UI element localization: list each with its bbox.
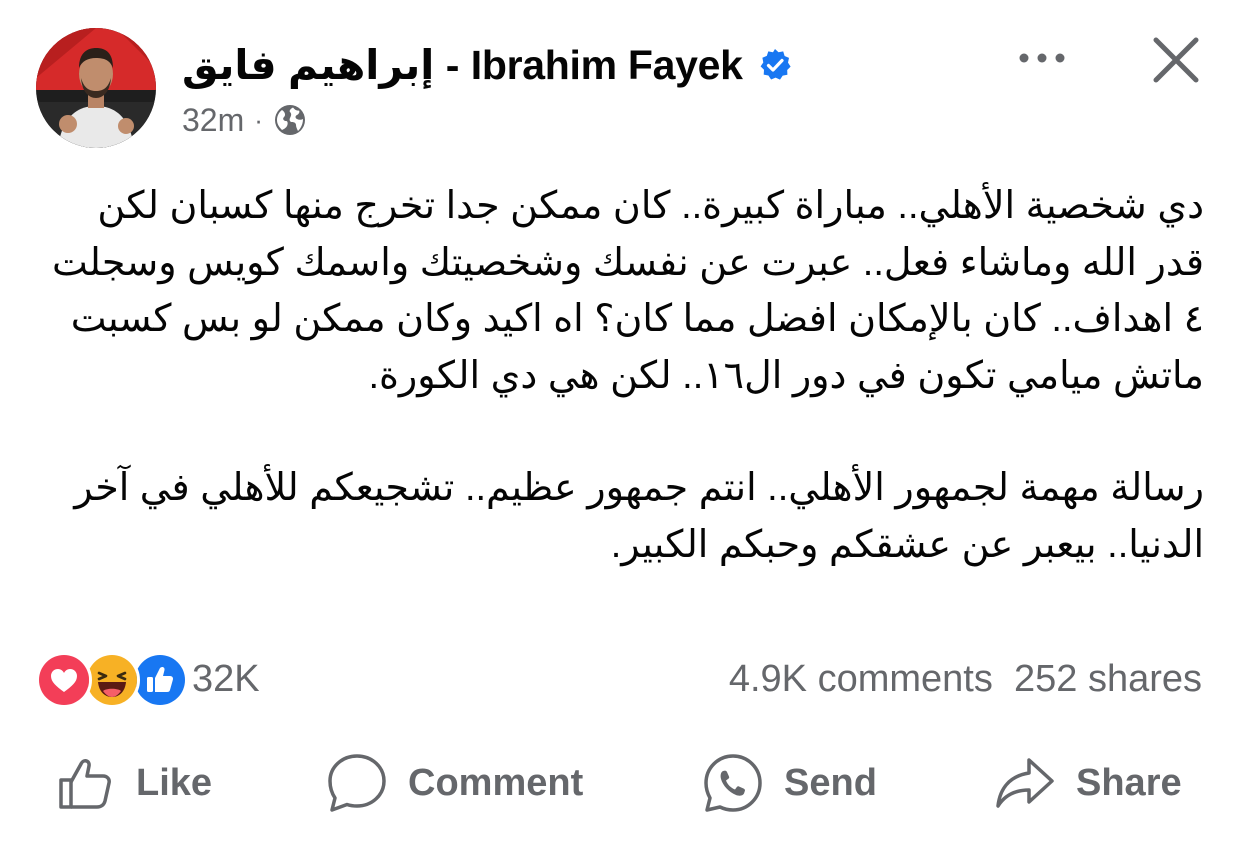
author-name[interactable]: إبراهيم فايق - Ibrahim Fayek — [182, 41, 743, 89]
share-button[interactable]: Share — [994, 750, 1182, 816]
verified-badge-icon — [757, 47, 793, 83]
close-icon — [1153, 37, 1199, 83]
comment-label: Comment — [408, 761, 584, 804]
post-timestamp[interactable]: 32m — [182, 102, 244, 139]
like-label: Like — [136, 761, 213, 804]
like-icon — [132, 652, 188, 708]
post-paragraph: رسالة مهمة لجمهور الأهلي.. انتم جمهور عظ… — [74, 467, 1204, 566]
comment-button[interactable]: Comment — [326, 750, 583, 816]
more-options-button[interactable] — [1014, 38, 1070, 78]
post-paragraph: دي شخصية الأهلي.. مباراة كبيرة.. كان ممك… — [51, 185, 1204, 397]
share-label: Share — [1076, 761, 1182, 804]
author-row: إبراهيم فايق - Ibrahim Fayek — [182, 40, 793, 90]
reactions-count[interactable]: 32K — [192, 658, 260, 701]
comment-share-counts: 4.9K comments 252 shares — [729, 658, 1202, 701]
action-bar: Like Comment Send Share — [0, 740, 1242, 830]
ellipsis-icon — [1019, 53, 1065, 63]
close-button[interactable] — [1150, 34, 1202, 86]
post-header: إبراهيم فايق - Ibrahim Fayek 32m · — [0, 0, 1242, 160]
comment-bubble-icon — [328, 754, 386, 812]
share-arrow-icon — [996, 758, 1054, 808]
haha-icon — [84, 652, 140, 708]
send-button[interactable]: Send — [702, 750, 877, 816]
like-button[interactable]: Like — [56, 750, 212, 816]
engagement-bar: 32K 4.9K comments 252 shares — [36, 650, 1202, 710]
post-text: دي شخصية الأهلي.. مباراة كبيرة.. كان ممك… — [40, 178, 1204, 573]
avatar-photo — [36, 28, 156, 148]
author-avatar[interactable] — [36, 28, 156, 148]
send-label: Send — [784, 761, 877, 804]
whatsapp-icon — [704, 754, 762, 812]
meta-separator: · — [254, 104, 263, 135]
thumbs-up-icon — [59, 759, 111, 809]
globe-icon — [273, 103, 307, 137]
comments-count[interactable]: 4.9K comments — [729, 658, 993, 700]
love-icon — [36, 652, 92, 708]
post-meta: 32m · — [182, 100, 307, 140]
shares-count[interactable]: 252 shares — [1014, 658, 1202, 700]
